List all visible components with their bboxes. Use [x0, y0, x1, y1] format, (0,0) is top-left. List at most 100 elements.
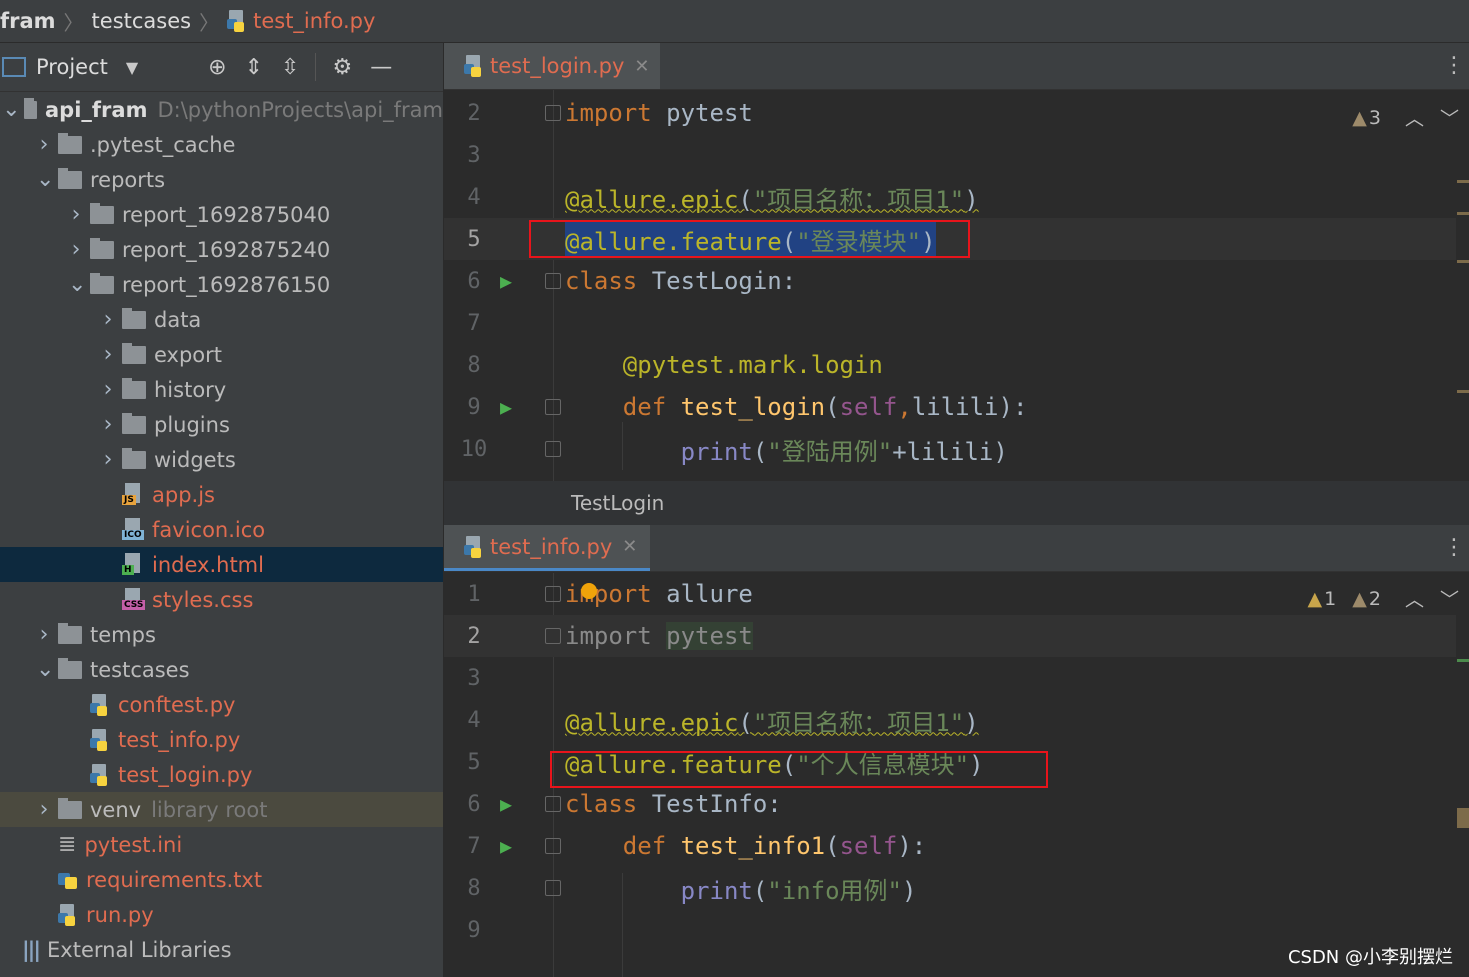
chevron-up-icon[interactable]: ︿: [1405, 104, 1424, 131]
css-file-icon: CSS: [122, 587, 146, 612]
chevron-down-icon[interactable]: ⌄: [36, 657, 54, 682]
chevron-down-icon[interactable]: ▼: [126, 58, 138, 77]
tree-item[interactable]: › history: [0, 372, 443, 407]
chevron-right-icon: 〉: [63, 10, 84, 35]
chevron-right-icon[interactable]: ›: [68, 237, 84, 262]
tree-item[interactable]: test_login.py: [0, 757, 443, 792]
tab-test-login[interactable]: test_login.py ✕: [444, 43, 660, 89]
close-icon[interactable]: ✕: [622, 536, 637, 557]
run-icon[interactable]: ▶: [500, 792, 512, 816]
breadcrumb-item-file[interactable]: test_info.py: [253, 9, 375, 33]
weak-warning-count: 2: [1368, 587, 1381, 610]
fold-marker-icon[interactable]: [545, 273, 561, 289]
expand-all-icon[interactable]: ⇕: [245, 55, 263, 80]
tree-item[interactable]: ⌄ reports: [0, 162, 443, 197]
tree-item[interactable]: CSS styles.css: [0, 582, 443, 617]
more-options-icon[interactable]: ⋮: [1443, 535, 1465, 560]
fold-marker-icon[interactable]: [545, 796, 561, 812]
tree-item[interactable]: › report_1692875240: [0, 232, 443, 267]
code-line: 9 ▶ def test_login(self,lilili):: [444, 386, 1456, 428]
locate-file-icon[interactable]: ⊕: [208, 55, 226, 80]
tree-item[interactable]: Hindex.html: [0, 547, 443, 582]
project-view-selector[interactable]: Project: [36, 55, 108, 79]
chevron-down-icon[interactable]: ⌄: [68, 272, 86, 297]
tree-item[interactable]: › report_1692875040: [0, 197, 443, 232]
code-line: 3: [444, 657, 1456, 699]
lightbulb-icon[interactable]: [581, 583, 597, 599]
tree-item[interactable]: test_info.py: [0, 722, 443, 757]
tree-item-label: app.js: [152, 482, 215, 507]
run-icon[interactable]: ▶: [500, 269, 512, 293]
breadcrumb-item-folder[interactable]: testcases: [92, 9, 192, 33]
fold-marker-icon[interactable]: [545, 105, 561, 121]
fold-marker-icon[interactable]: [545, 838, 561, 854]
chevron-right-icon[interactable]: ›: [36, 132, 52, 157]
tree-item[interactable]: run.py: [0, 897, 443, 932]
tree-item-label: temps: [90, 622, 156, 647]
tree-item[interactable]: ⌄ report_1692876150: [0, 267, 443, 302]
settings-file-icon: ≣: [58, 832, 77, 857]
navigation-breadcrumb: fram 〉 testcases 〉 test_info.py: [0, 0, 1469, 43]
run-icon[interactable]: ▶: [500, 834, 512, 858]
line-number: 7: [467, 833, 481, 859]
chevron-right-icon[interactable]: ›: [36, 797, 52, 822]
tree-item[interactable]: › data: [0, 302, 443, 337]
tree-item[interactable]: ⌄ api_fram D:\pythonProjects\api_fram: [0, 92, 443, 127]
tree-item[interactable]: ICO favicon.ico: [0, 512, 443, 547]
tree-item-label: data: [154, 307, 202, 332]
tree-item-label: testcases: [90, 657, 190, 682]
chevron-right-icon: 〉: [199, 10, 220, 35]
tree-item[interactable]: ⌄ testcases: [0, 652, 443, 687]
folder-icon: [58, 167, 82, 189]
tree-item[interactable]: › export: [0, 337, 443, 372]
fold-marker-icon[interactable]: [545, 441, 561, 457]
tree-item[interactable]: requirements.txt: [0, 862, 443, 897]
chevron-right-icon[interactable]: ›: [100, 377, 116, 402]
tree-item-label: requirements.txt: [86, 867, 263, 892]
run-icon[interactable]: ▶: [500, 395, 512, 419]
tree-item[interactable]: › widgets: [0, 442, 443, 477]
chevron-down-icon[interactable]: ⌄: [36, 167, 54, 192]
folder-icon: [122, 342, 146, 364]
tree-item[interactable]: › .pytest_cache: [0, 127, 443, 162]
code-line: 7: [444, 302, 1456, 344]
chevron-down-icon[interactable]: ﹀: [1440, 104, 1459, 131]
fold-marker-icon[interactable]: [545, 399, 561, 415]
code-line: 10 print("登陆用例"+lilili): [444, 428, 1456, 470]
gear-icon[interactable]: ⚙: [332, 55, 352, 80]
line-number: 4: [467, 184, 481, 210]
chevron-right-icon[interactable]: ›: [100, 342, 116, 367]
tree-item[interactable]: ≣ pytest.ini: [0, 827, 443, 862]
inspection-widget[interactable]: ▲ 1 ▲ 2 ︿ ﹀: [1308, 585, 1459, 612]
chevron-right-icon[interactable]: ›: [100, 307, 116, 332]
tree-item[interactable]: JS app.js: [0, 477, 443, 512]
code-editor-bottom[interactable]: 1 import allure ▲ 1 ▲ 2 ︿ ﹀ 2 import pyt…: [444, 573, 1469, 977]
chevron-up-icon[interactable]: ︿: [1405, 585, 1424, 612]
fold-marker-icon[interactable]: [545, 586, 561, 602]
minimize-icon[interactable]: —: [370, 55, 392, 80]
line-number: 8: [467, 352, 481, 378]
chevron-down-icon[interactable]: ⌄: [2, 97, 20, 122]
chevron-down-icon[interactable]: ﹀: [1440, 585, 1459, 612]
inspection-widget[interactable]: ▲ 3 ︿ ﹀: [1352, 104, 1459, 131]
tree-item[interactable]: ||| External Libraries: [0, 932, 443, 967]
breadcrumb-class[interactable]: TestLogin: [571, 491, 664, 515]
folder-icon: [58, 657, 82, 679]
tree-item[interactable]: › venv library root: [0, 792, 443, 827]
tree-item[interactable]: › temps: [0, 617, 443, 652]
tree-item[interactable]: › plugins: [0, 407, 443, 442]
code-editor-top[interactable]: 2 import pytest ▲ 3 ︿ ﹀ 3 4 @allure.epic…: [444, 90, 1469, 481]
code-structure-breadcrumb: TestLogin: [444, 481, 1469, 525]
chevron-right-icon[interactable]: ›: [100, 447, 116, 472]
chevron-right-icon[interactable]: ›: [100, 412, 116, 437]
collapse-all-icon[interactable]: ⇳: [281, 55, 299, 80]
close-icon[interactable]: ✕: [634, 56, 649, 77]
tree-item[interactable]: conftest.py: [0, 687, 443, 722]
more-options-icon[interactable]: ⋮: [1443, 53, 1465, 78]
chevron-right-icon[interactable]: ›: [68, 202, 84, 227]
breadcrumb-item-project[interactable]: fram: [0, 9, 56, 33]
fold-marker-icon[interactable]: [545, 880, 561, 896]
chevron-right-icon[interactable]: ›: [36, 622, 52, 647]
tab-test-info[interactable]: test_info.py ✕: [444, 525, 650, 571]
fold-marker-icon[interactable]: [545, 628, 561, 644]
